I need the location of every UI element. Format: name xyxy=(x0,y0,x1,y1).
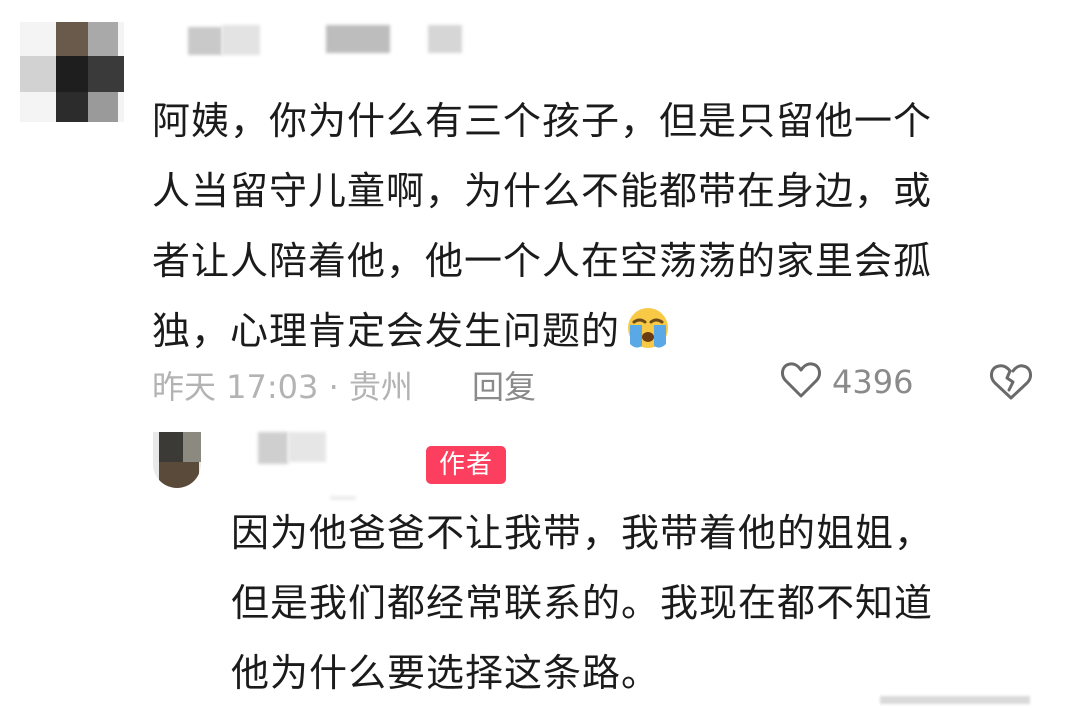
commenter-avatar[interactable] xyxy=(20,22,124,122)
broken-heart-icon[interactable] xyxy=(988,362,1034,406)
comment-line: 者让人陪着他，他一个人在空荡荡的家里会孤 xyxy=(152,239,933,283)
comment-line: 人当留守儿童啊，为什么不能都带在身边，或 xyxy=(152,169,933,213)
comment-line: 阿姨，你为什么有三个孩子，但是只留他一个 xyxy=(152,99,933,143)
heart-icon xyxy=(780,361,822,403)
watermark-blur xyxy=(880,690,1070,706)
comment-line: 独，心理肯定会发生问题的 xyxy=(152,309,621,353)
comment-time-location: 昨天 17:03 · 贵州 xyxy=(152,368,413,406)
reply-line: 因为他爸爸不让我带，我带着他的姐姐， xyxy=(231,511,934,555)
comment-body: 阿姨，你为什么有三个孩子，但是只留他一个 人当留守儿童啊，为什么不能都带在身边，… xyxy=(152,86,1032,374)
author-avatar[interactable] xyxy=(153,432,201,488)
comment-meta-row: 昨天 17:03 · 贵州 回复 4396 xyxy=(152,360,1042,406)
reply-line: 但是我们都经常联系的。我现在都不知道 xyxy=(231,581,934,625)
like-button[interactable]: 4396 xyxy=(780,360,913,404)
author-badge: 作者 xyxy=(426,446,506,484)
reply-button[interactable]: 回复 xyxy=(472,362,536,408)
like-count: 4396 xyxy=(832,363,914,401)
reply-body: 因为他爸爸不让我带，我带着他的姐姐， 但是我们都经常联系的。我现在都不知道 他为… xyxy=(231,498,1031,708)
